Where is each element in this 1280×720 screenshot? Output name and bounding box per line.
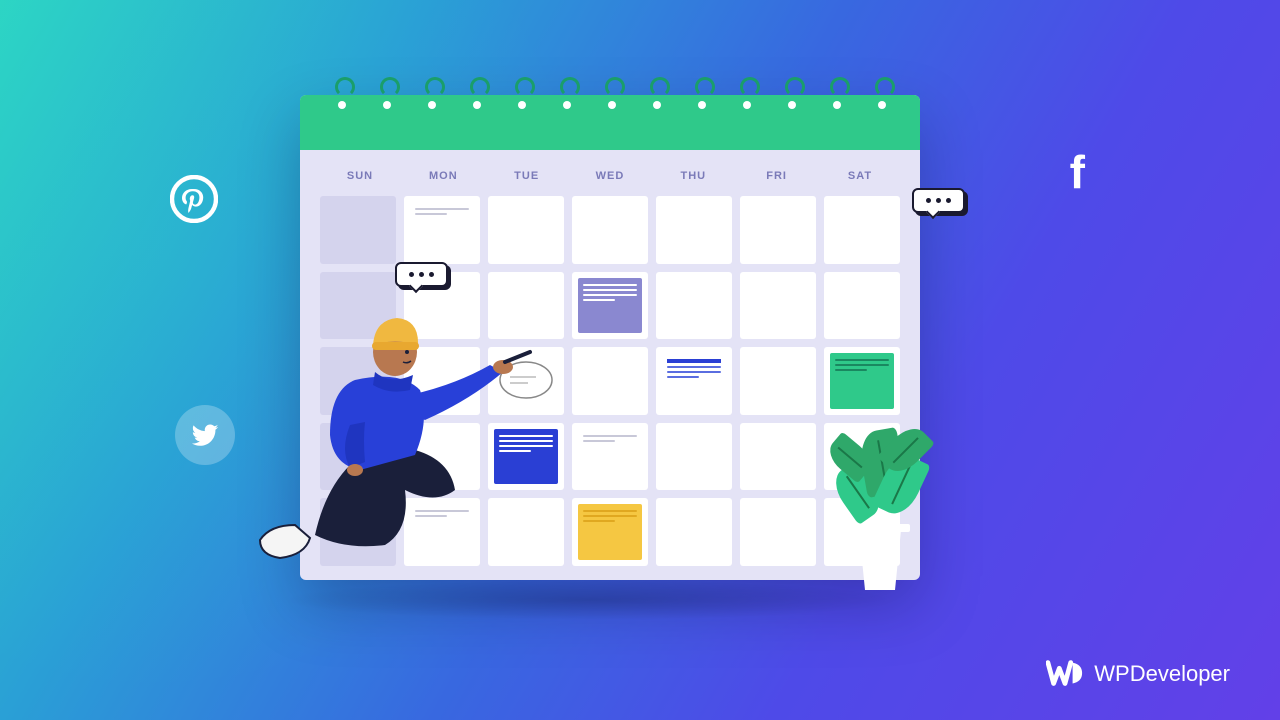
day-label-sun: SUN [324, 170, 396, 182]
calendar-cell [824, 196, 900, 264]
person-illustration [255, 290, 535, 570]
calendar-cell [404, 196, 480, 264]
calendar-header [300, 95, 920, 150]
day-label-wed: WED [574, 170, 646, 182]
day-label-mon: MON [407, 170, 479, 182]
day-label-sat: SAT [824, 170, 896, 182]
calendar-cell [572, 498, 648, 566]
binding-ring [870, 77, 894, 113]
calendar-cell [740, 196, 816, 264]
binding-ring [600, 77, 624, 113]
brand-name: WPDeveloper [1094, 661, 1230, 687]
binding-ring [645, 77, 669, 113]
illustration-scene: SUN MON TUE WED THU FRI SAT [0, 0, 1280, 720]
plant-pot [855, 530, 905, 590]
binding-ring [375, 77, 399, 113]
binding-ring [825, 77, 849, 113]
day-label-fri: FRI [741, 170, 813, 182]
calendar-cell [572, 196, 648, 264]
note-yellow [578, 504, 642, 560]
binding-ring [780, 77, 804, 113]
facebook-icon: f [1070, 145, 1085, 199]
calendar-cell [656, 196, 732, 264]
logo-mark [1046, 658, 1084, 690]
binding-ring [555, 77, 579, 113]
calendar-cell [572, 347, 648, 415]
calendar-cell [740, 423, 816, 491]
day-labels-row: SUN MON TUE WED THU FRI SAT [320, 162, 900, 196]
calendar-cell [572, 423, 648, 491]
calendar-cell [740, 498, 816, 566]
binding-ring [330, 77, 354, 113]
note [578, 429, 642, 485]
pinterest-icon [170, 175, 218, 223]
calendar-cell [656, 498, 732, 566]
note [410, 202, 474, 258]
brand-logo: WPDeveloper [1046, 658, 1230, 690]
speech-bubble [912, 188, 965, 213]
binding-ring [510, 77, 534, 113]
calendar-cell [656, 272, 732, 340]
binding-ring [420, 77, 444, 113]
plant-decoration [820, 390, 940, 590]
binding-ring [465, 77, 489, 113]
twitter-icon [175, 405, 235, 465]
calendar-cell [656, 347, 732, 415]
ellipsis-icon [926, 198, 951, 203]
binding-ring [690, 77, 714, 113]
day-label-thu: THU [657, 170, 729, 182]
speech-bubble [395, 262, 448, 287]
note-purple [578, 278, 642, 334]
day-label-tue: TUE [491, 170, 563, 182]
note-outline [662, 353, 726, 409]
ellipsis-icon [409, 272, 434, 277]
calendar-cell [824, 272, 900, 340]
calendar-cell [572, 272, 648, 340]
calendar-cell [488, 196, 564, 264]
calendar-cell [740, 272, 816, 340]
calendar-cell [320, 196, 396, 264]
binding-ring [735, 77, 759, 113]
calendar-cell [740, 347, 816, 415]
calendar-cell [656, 423, 732, 491]
